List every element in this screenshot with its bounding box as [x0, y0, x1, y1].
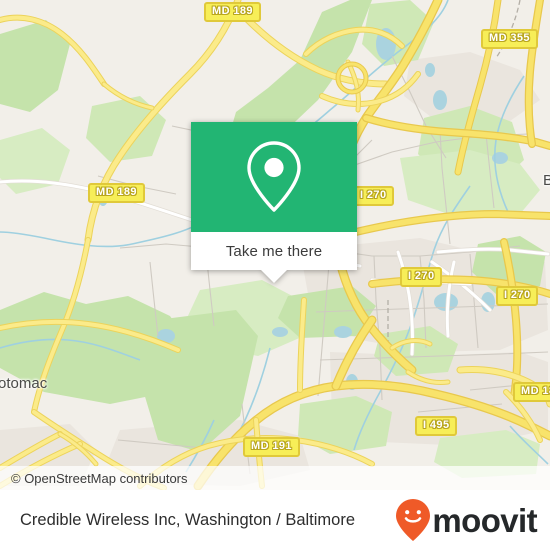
popup-image-area	[191, 122, 357, 232]
footer-bar: Credible Wireless Inc, Washington / Balt…	[0, 490, 550, 550]
place-label-bethesda: B	[543, 172, 550, 189]
attribution-text[interactable]: © OpenStreetMap contributors	[0, 471, 188, 486]
moovit-wordmark: moovit	[432, 501, 537, 539]
road-shield[interactable]: MD 355	[481, 29, 538, 49]
road-shield[interactable]: I 270	[400, 267, 443, 287]
map-canvas[interactable]: .land{fill:#f2efe9} .res{fill:#eae5de} .…	[0, 0, 550, 490]
page-title: Credible Wireless Inc, Washington / Balt…	[20, 510, 356, 529]
road-shield[interactable]: MD 187	[513, 382, 550, 402]
road-shield[interactable]: I 270	[352, 186, 395, 206]
map-pin-icon	[247, 141, 301, 212]
moovit-map-screenshot: .land{fill:#f2efe9} .res{fill:#eae5de} .…	[0, 0, 550, 550]
road-shield[interactable]: I 270	[496, 286, 539, 306]
moovit-logo[interactable]: moovit	[395, 498, 550, 542]
road-shield[interactable]: I 495	[415, 416, 458, 436]
map-attribution-bar: © OpenStreetMap contributors	[0, 466, 550, 490]
take-me-there-label: Take me there	[225, 242, 323, 260]
road-shield[interactable]: MD 189	[204, 2, 261, 22]
popup-cta-area[interactable]: Take me there	[191, 232, 357, 283]
moovit-smiley-pin-icon	[396, 499, 431, 541]
place-label-potomac: otomac	[0, 375, 48, 392]
road-shield[interactable]: MD 191	[243, 437, 300, 457]
road-shield[interactable]: MD 189	[88, 183, 145, 203]
location-popup[interactable]: Take me there	[191, 122, 357, 283]
popup-tail	[260, 269, 288, 283]
